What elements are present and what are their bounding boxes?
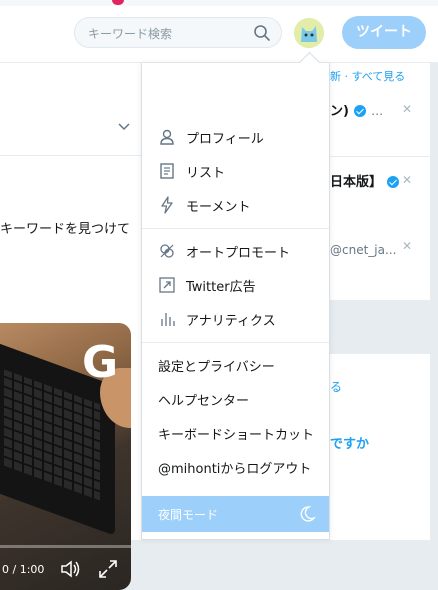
menu-item-auto-promote[interactable]: オートプロモート xyxy=(142,234,329,268)
who-to-follow: 新 · すべて見る ン) … ✕ 日本版】 ✕ @cnet_ja... ✕ る … xyxy=(330,63,430,540)
suggestion-name: ン) xyxy=(330,104,349,119)
browser-edge xyxy=(0,0,438,6)
suggestion-handle: … xyxy=(371,104,384,118)
menu-item-label: 設定とプライバシー xyxy=(158,359,275,375)
video-logo: G xyxy=(82,337,119,388)
menu-item-label: @mihontiからログアウト xyxy=(158,461,312,477)
trends-link[interactable]: ですか xyxy=(330,433,369,452)
menu-item-label: モーメント xyxy=(186,199,251,215)
dismiss-icon[interactable]: ✕ xyxy=(402,102,412,116)
divider xyxy=(142,228,329,229)
external-link-icon xyxy=(159,277,175,293)
account-menu: プロフィール リスト モーメント オートプロモート Twitter広告 アナリテ… xyxy=(141,63,330,540)
view-all-link[interactable]: 新 · すべて見る xyxy=(330,68,405,84)
menu-item-logout[interactable]: @mihontiからログアウト xyxy=(142,450,329,484)
verified-icon xyxy=(387,175,400,188)
lightning-icon xyxy=(161,196,173,214)
top-bar: キーワード検索 ツイート xyxy=(0,0,438,63)
divider xyxy=(142,342,329,343)
menu-item-keyboard-shortcuts[interactable]: キーボードショートカット xyxy=(142,416,329,450)
search-input[interactable]: キーワード検索 xyxy=(74,17,282,48)
divider xyxy=(0,155,143,156)
menu-item-label: オートプロモート xyxy=(186,245,291,261)
promote-icon xyxy=(160,244,174,258)
video-player[interactable]: G 0 / 1:00 xyxy=(0,323,131,590)
volume-icon[interactable] xyxy=(60,559,82,579)
menu-item-profile[interactable]: プロフィール xyxy=(142,120,329,154)
suggestion-item[interactable]: @cnet_ja... ✕ xyxy=(330,239,430,258)
menu-item-settings[interactable]: 設定とプライバシー xyxy=(142,348,329,382)
moon-icon xyxy=(300,506,316,522)
main-timeline: キーワードを見つけて G 0 / 1:00 xyxy=(0,63,143,590)
suggestion-handle: @cnet_ja... xyxy=(330,243,397,257)
dismiss-icon[interactable]: ✕ xyxy=(402,173,412,187)
suggestions-panel: 新 · すべて見る ン) … ✕ 日本版】 ✕ @cnet_ja... ✕ xyxy=(330,63,430,300)
menu-item-label: ヘルプセンター xyxy=(158,393,250,409)
avatar[interactable] xyxy=(294,18,324,48)
fullscreen-icon[interactable] xyxy=(98,559,118,579)
night-mode-label: 夜間モード xyxy=(158,508,219,522)
menu-item-help[interactable]: ヘルプセンター xyxy=(142,382,329,416)
suggestion-item[interactable]: 日本版】 ✕ xyxy=(330,171,430,190)
menu-item-moments[interactable]: モーメント xyxy=(142,188,329,222)
menu-item-lists[interactable]: リスト xyxy=(142,154,329,188)
tweet-text: キーワードを見つけて xyxy=(0,222,131,237)
trends-link[interactable]: る xyxy=(330,378,342,395)
night-mode-toggle[interactable]: 夜間モード xyxy=(142,496,329,532)
menu-item-label: Twitter広告 xyxy=(186,279,256,295)
menu-item-twitter-ads[interactable]: Twitter広告 xyxy=(142,268,329,302)
menu-item-label: キーボードショートカット xyxy=(158,427,315,443)
suggestion-item[interactable]: ン) … ✕ xyxy=(330,100,430,119)
tweet-button[interactable]: ツイート xyxy=(342,16,426,49)
verified-icon xyxy=(354,104,367,117)
menu-item-analytics[interactable]: アナリティクス xyxy=(142,302,329,336)
trends-panel: る ですか xyxy=(330,354,430,540)
avatar-image xyxy=(294,18,324,48)
video-time: 0 / 1:00 xyxy=(2,563,45,576)
dismiss-icon[interactable]: ✕ xyxy=(402,239,412,253)
search-placeholder: キーワード検索 xyxy=(88,27,173,41)
notification-dot xyxy=(112,0,124,5)
page-edge xyxy=(430,63,438,540)
search-icon[interactable] xyxy=(253,24,271,42)
analytics-icon xyxy=(161,313,175,326)
menu-item-label: アナリティクス xyxy=(186,313,276,329)
suggestion-name: 日本版】 xyxy=(330,175,383,190)
menu-item-label: プロフィール xyxy=(186,131,264,147)
menu-item-label: リスト xyxy=(186,165,226,181)
video-progress[interactable] xyxy=(0,545,131,548)
person-icon xyxy=(160,129,174,145)
list-icon xyxy=(160,163,174,179)
divider xyxy=(330,156,430,157)
chevron-down-icon[interactable] xyxy=(117,120,131,134)
